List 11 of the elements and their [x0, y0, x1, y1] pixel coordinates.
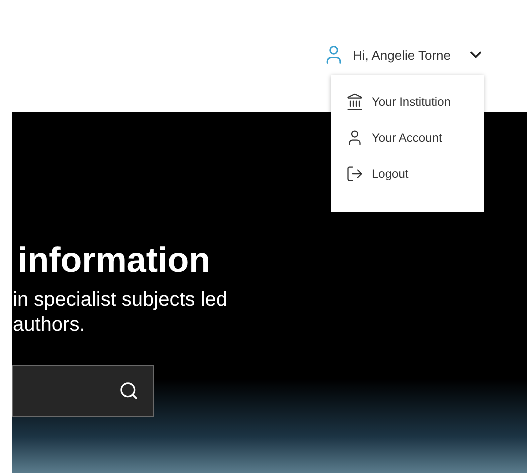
user-greeting[interactable]: Hi, Angelie Torne [352, 46, 451, 66]
menu-item[interactable]: Logout [346, 165, 409, 183]
building-columns-icon [346, 93, 364, 111]
hero-heading: information [18, 240, 210, 282]
search-icon [119, 381, 139, 401]
search-field[interactable] [12, 365, 154, 417]
hero-subtitle-line: in specialist subjects led [13, 288, 228, 313]
menu-item[interactable]: Your Institution [346, 93, 451, 111]
menu-item[interactable]: Your Account [346, 129, 442, 147]
user-icon [346, 129, 364, 147]
hero-subtitle-line: authors. [13, 313, 86, 338]
